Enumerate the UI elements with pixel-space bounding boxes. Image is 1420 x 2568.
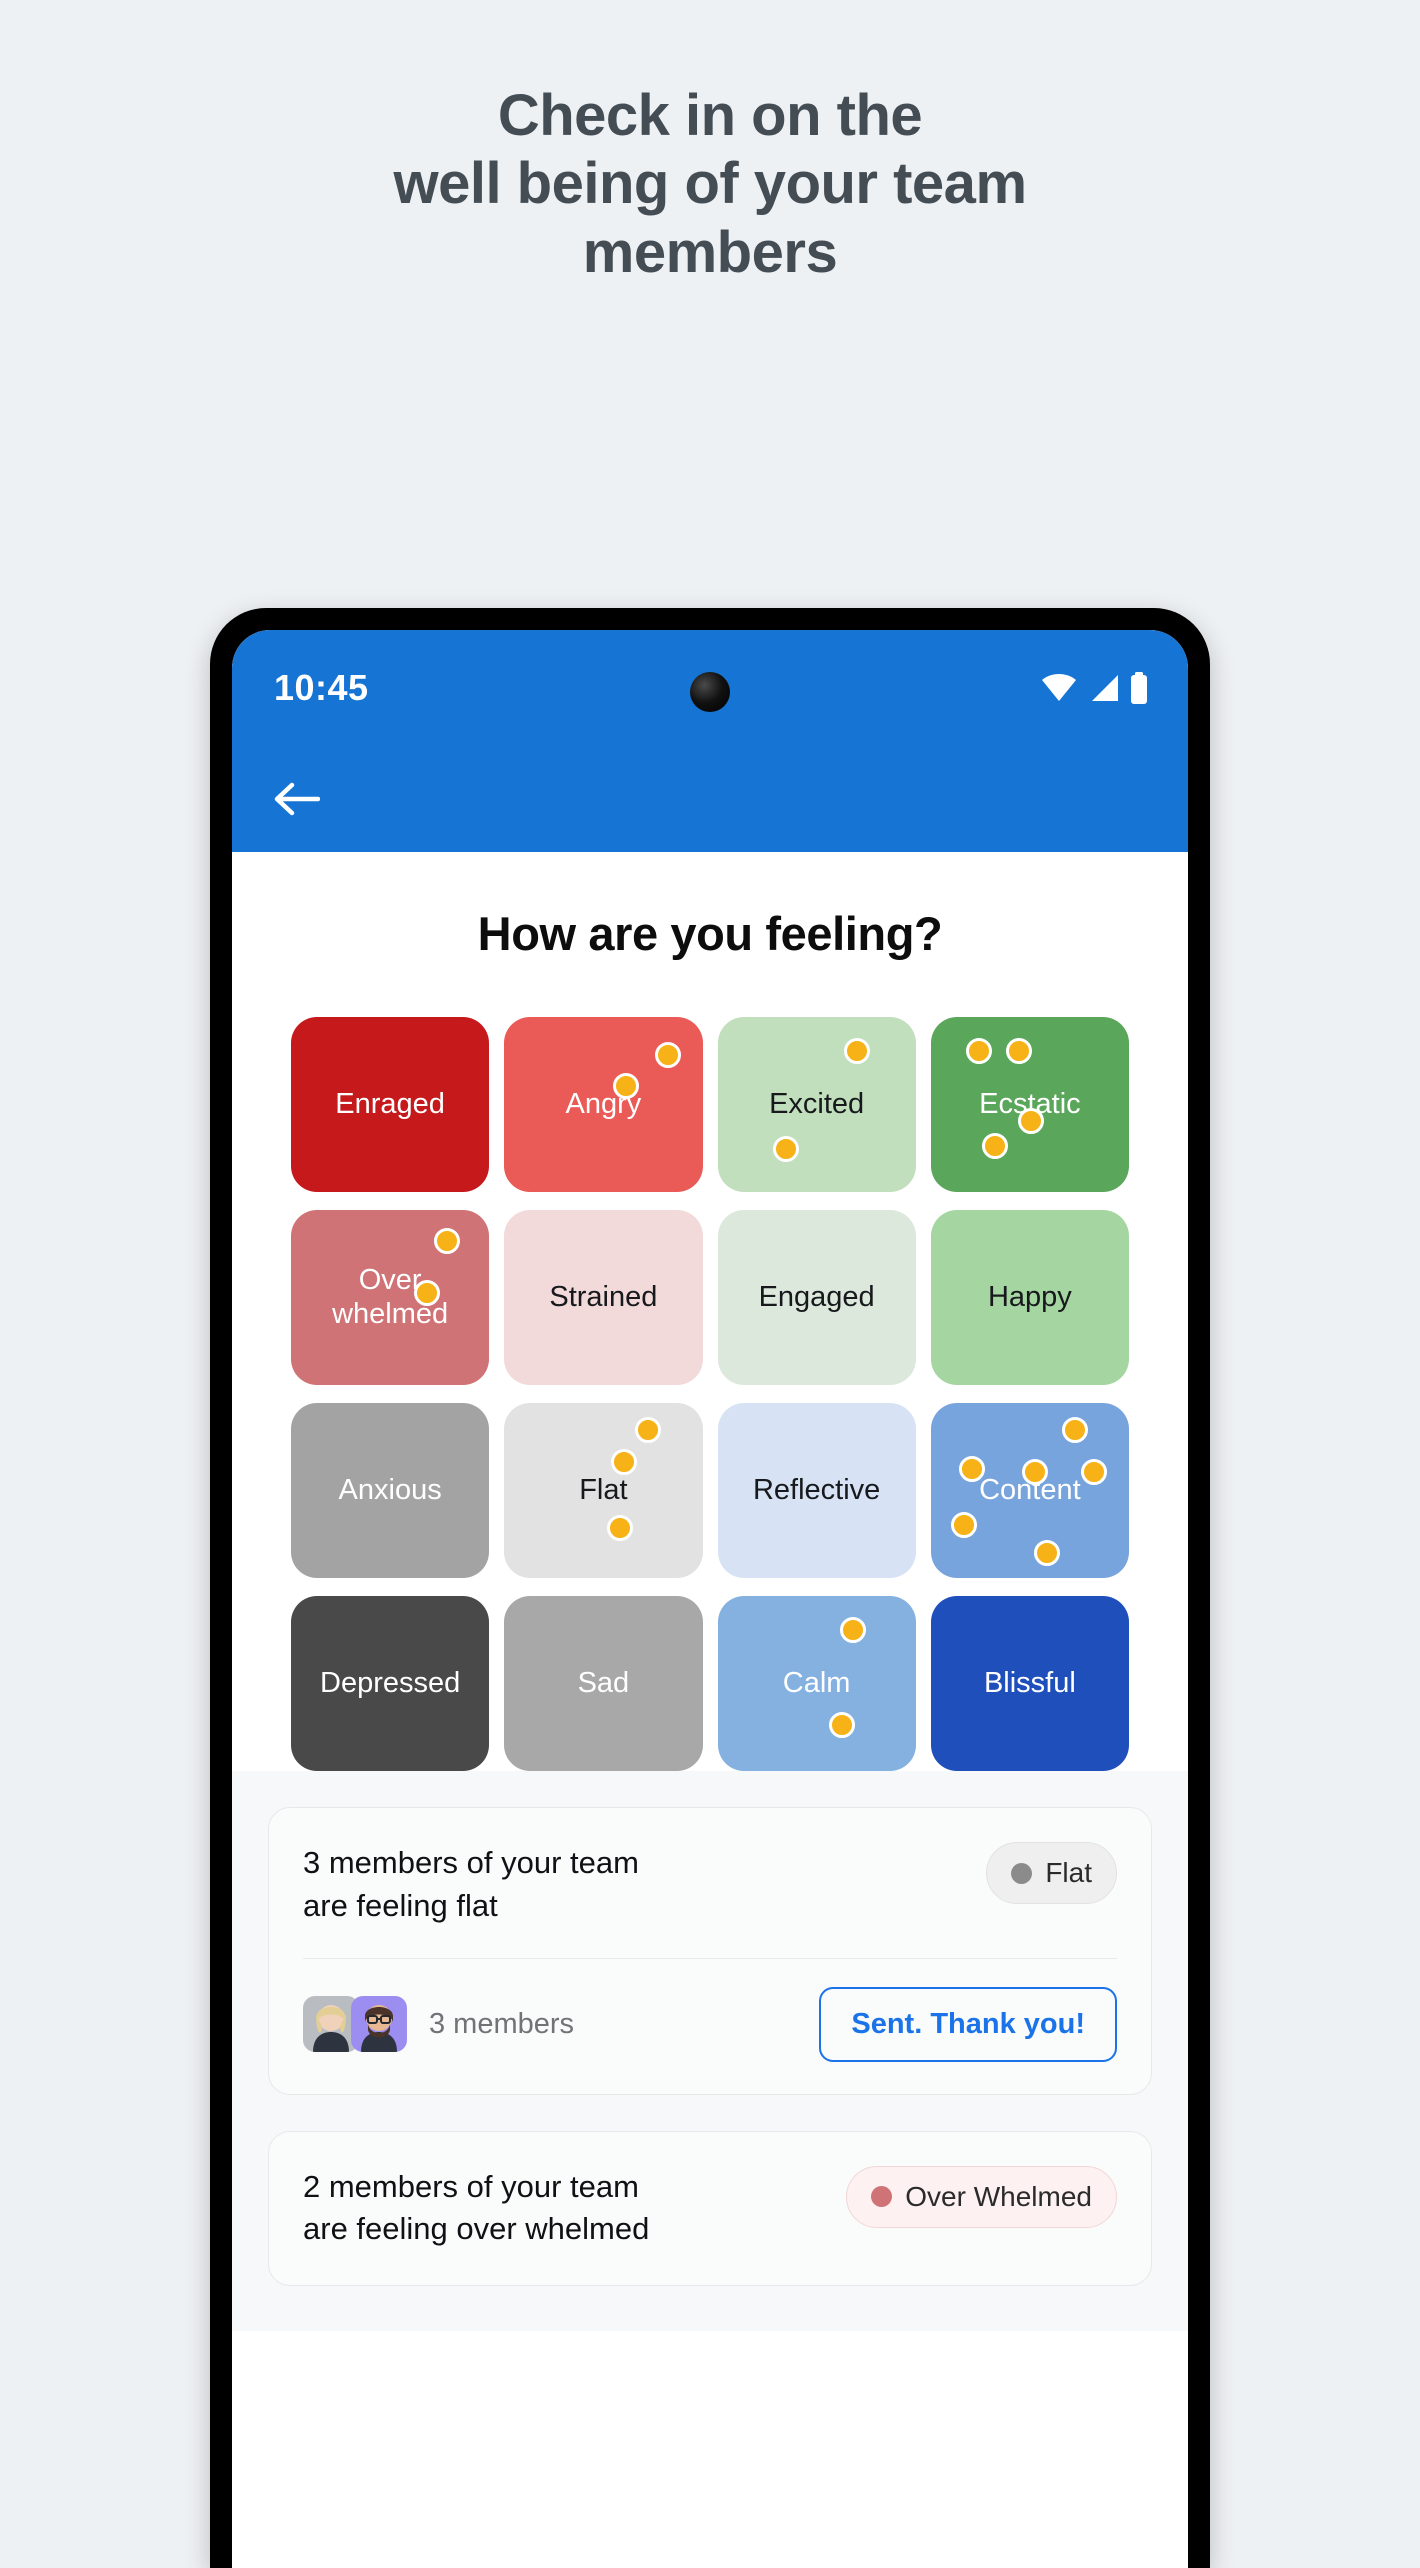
- mood-tile-label: Reflective: [752, 1473, 881, 1506]
- member-dot-icon: [958, 1455, 985, 1482]
- member-dot-icon: [773, 1136, 799, 1162]
- headline-line-3: members: [582, 219, 838, 285]
- app-bar: 10:45: [232, 630, 1188, 852]
- feedback-card-text: 2 members of your team are feeling over w…: [303, 2166, 649, 2252]
- mood-tile-calm[interactable]: Calm: [717, 1596, 916, 1771]
- status-bar: 10:45: [232, 630, 1188, 746]
- members-count-label: 3 members: [429, 2007, 575, 2040]
- mood-tile-happy[interactable]: Happy: [930, 1210, 1129, 1385]
- page-headline: Check in on the well being of your team …: [0, 0, 1420, 287]
- back-arrow-icon[interactable]: [274, 779, 320, 819]
- member-dot-icon: [611, 1448, 638, 1475]
- member-dot-icon: [654, 1041, 681, 1068]
- mood-tile-label: Blissful: [983, 1666, 1076, 1699]
- mood-tile-label: Happy: [987, 1280, 1072, 1313]
- member-dot-icon: [1061, 1417, 1088, 1443]
- mood-tile-flat[interactable]: Flat: [504, 1403, 703, 1578]
- member-dot-icon: [950, 1511, 977, 1538]
- status-icons: [1040, 672, 1148, 704]
- feedback-card[interactable]: 2 members of your team are feeling over w…: [268, 2130, 1152, 2287]
- member-dot-icon: [1081, 1459, 1108, 1485]
- feedback-text-line-2: are feeling flat: [303, 1887, 498, 1923]
- mood-tile-ecstatic[interactable]: Ecstatic: [930, 1017, 1129, 1192]
- send-thanks-button[interactable]: Sent. Thank you!: [819, 1986, 1117, 2062]
- member-dot-icon: [1033, 1539, 1060, 1566]
- mood-tile-over-whelmed[interactable]: Over whelmed: [291, 1210, 490, 1385]
- mood-tile-depressed[interactable]: Depressed: [291, 1596, 490, 1771]
- mood-tile-label: Enraged: [335, 1087, 445, 1120]
- feedback-text-line-1: 2 members of your team: [303, 2168, 639, 2204]
- feedback-card-header: 2 members of your team are feeling over w…: [303, 2165, 1117, 2252]
- members-summary: 3 members: [303, 1996, 575, 2053]
- member-dot-icon: [828, 1711, 855, 1738]
- member-dot-icon: [840, 1617, 867, 1643]
- page-title: How are you feeling?: [477, 907, 943, 960]
- badge-dot-icon: [1011, 1862, 1033, 1884]
- mood-tile-label: Anxious: [338, 1473, 442, 1506]
- feedback-card[interactable]: 3 members of your team are feeling flat Fl…: [268, 1807, 1152, 2095]
- mood-tile-label: Flat: [579, 1473, 628, 1506]
- mood-grid: Enraged Angry Excited Ecstatic Over whelmed St…: [291, 1017, 1129, 1771]
- mood-tile-label: Depressed: [320, 1666, 461, 1699]
- member-dot-icon: [1006, 1038, 1033, 1064]
- member-dot-icon: [844, 1038, 871, 1064]
- feedback-card-header: 3 members of your team are feeling flat Fl…: [303, 1842, 1117, 1928]
- headline-line-2: well being of your team: [393, 151, 1027, 217]
- mood-tile-label: Engaged: [758, 1280, 875, 1313]
- mood-tile-anxious[interactable]: Anxious: [291, 1403, 490, 1578]
- battery-icon: [1130, 672, 1148, 704]
- mood-tile-engaged[interactable]: Engaged: [717, 1210, 916, 1385]
- member-dot-icon: [966, 1038, 993, 1064]
- member-dot-icon: [1017, 1108, 1044, 1134]
- mood-tile-blissful[interactable]: Blissful: [930, 1596, 1129, 1771]
- mood-tile-label: Excited: [769, 1087, 865, 1120]
- mood-tile-excited[interactable]: Excited: [717, 1017, 916, 1192]
- front-camera-icon: [690, 672, 730, 712]
- mood-status-badge: Flat: [986, 1842, 1117, 1904]
- feedback-text-line-2: are feeling over whelmed: [303, 2211, 650, 2247]
- member-dot-icon: [982, 1132, 1009, 1159]
- member-dot-icon: [635, 1417, 662, 1443]
- avatar: [351, 1996, 407, 2053]
- mood-tile-content[interactable]: Content: [930, 1403, 1129, 1578]
- mood-tile-sad[interactable]: Sad: [504, 1596, 703, 1771]
- avatar-group: [303, 1996, 407, 2053]
- mood-tile-label: Sad: [577, 1666, 630, 1699]
- badge-label: Over Whelmed: [905, 2180, 1092, 2212]
- headline-line-1: Check in on the: [497, 83, 923, 148]
- member-dot-icon: [607, 1515, 634, 1541]
- status-clock: 10:45: [274, 667, 369, 708]
- member-dot-icon: [413, 1280, 440, 1306]
- mood-tile-strained[interactable]: Strained: [504, 1210, 703, 1385]
- phone-mockup: 10:45 How are you feeling? Enraged Angry…: [210, 608, 1210, 2568]
- member-dot-icon: [433, 1227, 460, 1254]
- badge-dot-icon: [871, 2186, 893, 2208]
- wifi-icon: [1040, 673, 1078, 703]
- mood-status-badge: Over Whelmed: [846, 2165, 1117, 2228]
- feedback-card-footer: 3 members Sent. Thank you!: [303, 1959, 1117, 2094]
- badge-label: Flat: [1045, 1857, 1092, 1888]
- team-feedback-list: 3 members of your team are feeling flat Fl…: [232, 1771, 1188, 2331]
- feedback-text-line-1: 3 members of your team: [303, 1845, 639, 1880]
- member-dot-icon: [1021, 1459, 1048, 1485]
- mood-tile-label: Calm: [782, 1666, 851, 1699]
- back-bar[interactable]: [232, 746, 1188, 852]
- mood-tile-enraged[interactable]: Enraged: [291, 1017, 490, 1192]
- feedback-card-text: 3 members of your team are feeling flat: [303, 1842, 639, 1928]
- mood-tile-label: Strained: [549, 1280, 658, 1313]
- mood-tile-reflective[interactable]: Reflective: [717, 1403, 916, 1578]
- cellular-signal-icon: [1088, 673, 1120, 703]
- phone-screen: 10:45 How are you feeling? Enraged Angry…: [232, 630, 1188, 2568]
- mood-tile-angry[interactable]: Angry: [504, 1017, 703, 1192]
